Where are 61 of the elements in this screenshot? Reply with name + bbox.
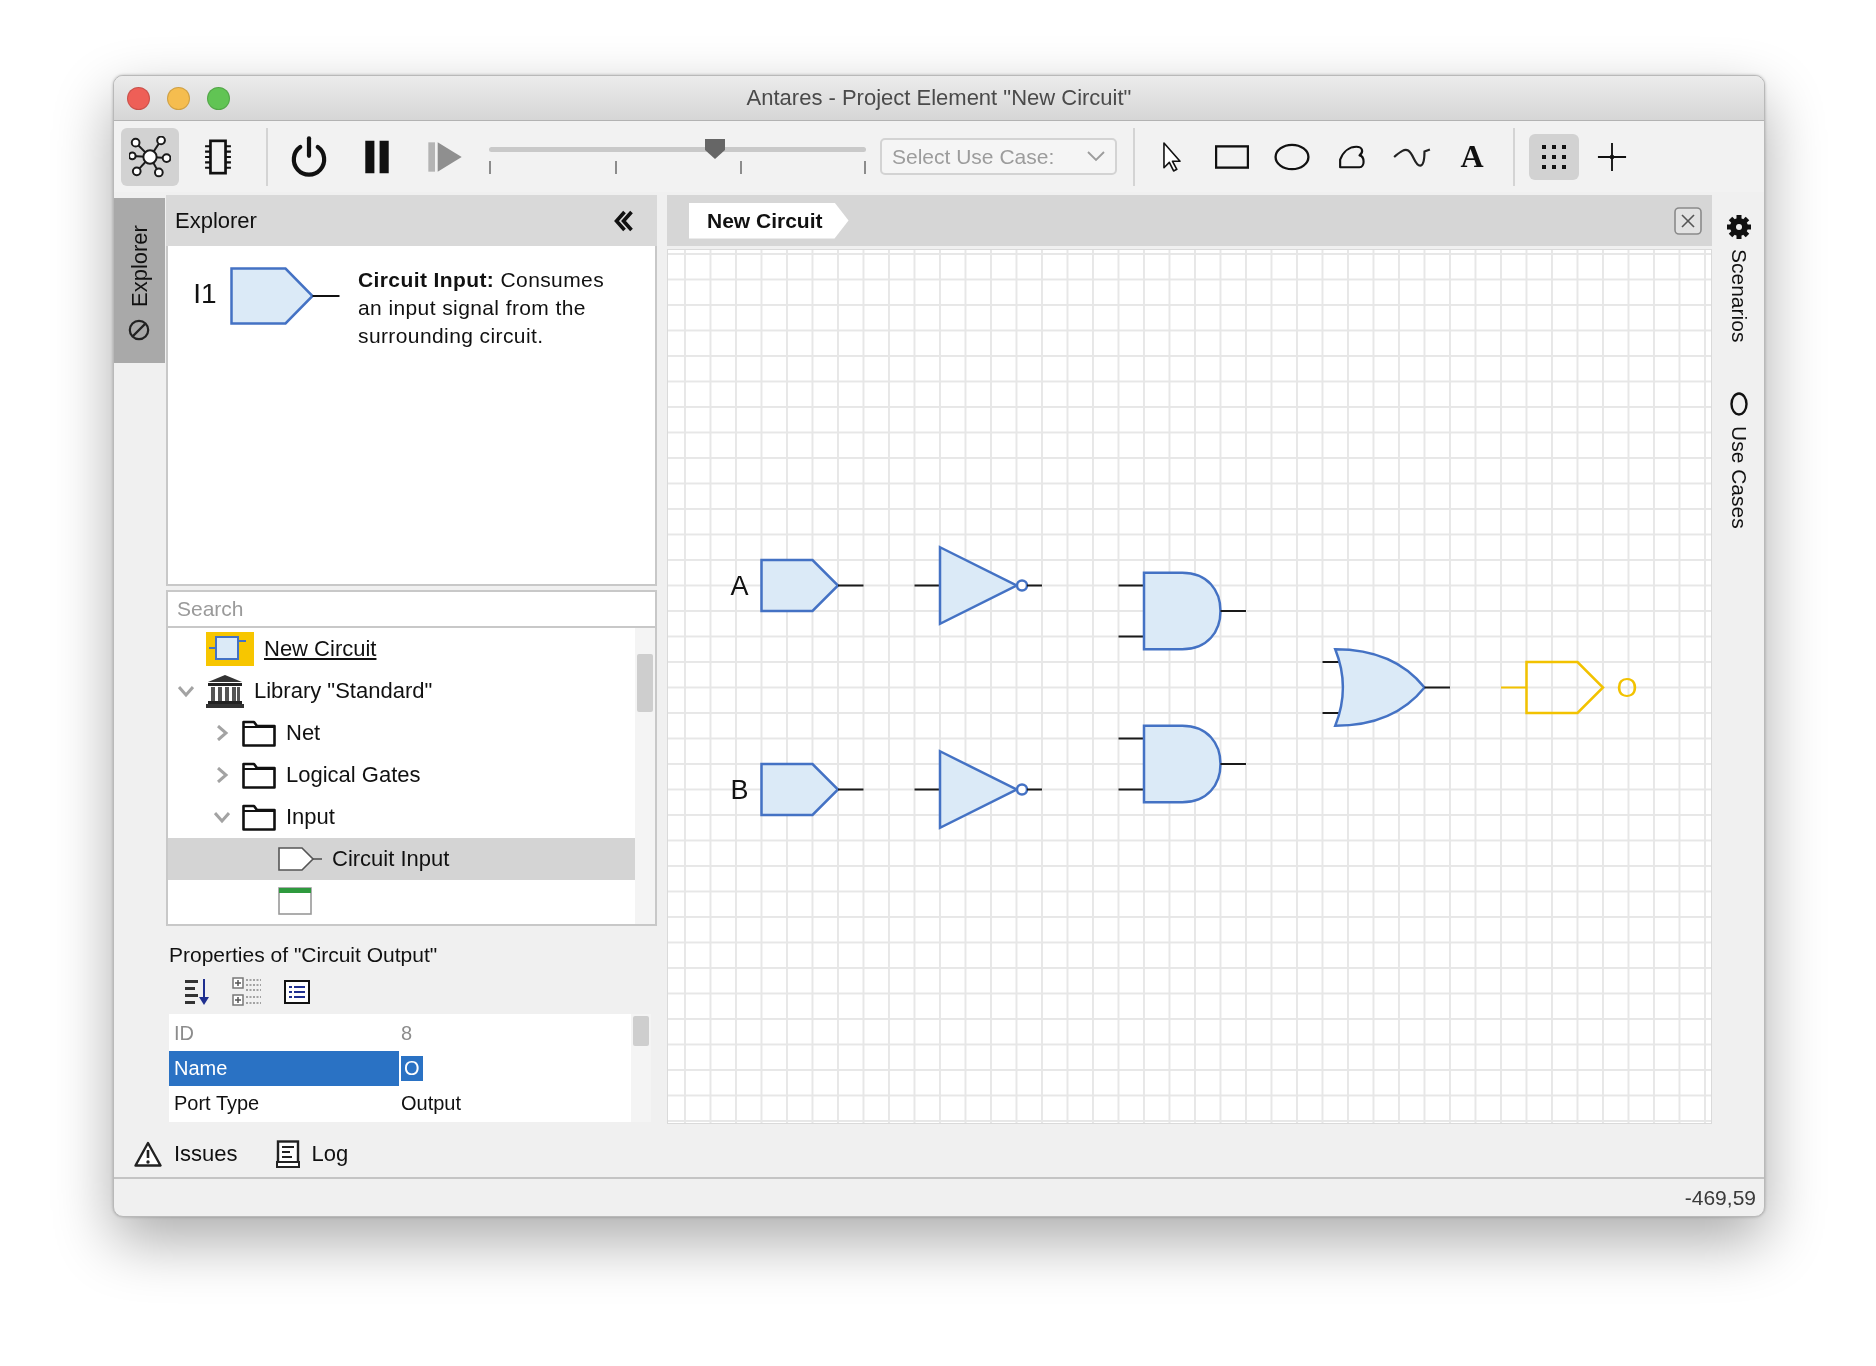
circuit-icon [206,632,254,666]
double-chevron-left-icon[interactable] [613,209,635,232]
network-button[interactable] [121,127,179,186]
tree-item[interactable]: Circuit Input [168,838,635,880]
crosshair-icon [1597,141,1627,172]
pause-icon [364,139,390,174]
close-button[interactable] [127,86,150,110]
side-tab[interactable]: Explorer [114,198,165,363]
property-name: Port Type [173,1091,261,1116]
search-field[interactable]: Search [166,590,657,628]
properties-title: Properties of "Circuit Output" [169,942,439,968]
ring-icon [1730,392,1748,417]
building-icon [206,674,244,708]
property-value[interactable]: Output [399,1086,462,1121]
tree-item[interactable]: Net [168,712,635,754]
slider-thumb[interactable] [704,137,727,160]
log-icon [275,1139,300,1168]
circle-slash-icon [128,319,151,341]
pointer-icon [1161,141,1183,172]
port-label: A [730,570,749,601]
chevron-down-icon [1087,151,1105,162]
panel-title: Explorer [175,207,257,234]
tree-item[interactable]: Library "Standard" [168,670,635,712]
freeform-shape-icon [1338,143,1366,170]
tree-item[interactable]: New Circuit [168,628,635,670]
folder-icon [242,761,276,789]
editor-tab[interactable]: New Circuit [689,202,849,239]
port-label: O [1616,672,1638,703]
folder-icon [242,803,276,831]
warning-icon [134,1140,162,1167]
element-id-label: I1 [192,278,218,310]
side-tab[interactable]: Use Cases [1727,390,1751,532]
element-description: Circuit Input: Consumes an input signal from the surrounding circuit. [358,267,606,349]
network-icon [129,135,171,178]
text-tool-button[interactable]: A [1443,127,1501,186]
element-icon [278,887,312,915]
input-port-icon [230,267,340,325]
sort-icon[interactable] [182,977,210,1007]
input-port-icon [278,847,322,871]
chip-icon [204,137,232,176]
window-title: Antares - Project Element "New Circuit" [746,85,1132,111]
list-icon[interactable] [284,980,310,1004]
property-name: Name [169,1051,399,1086]
side-tab[interactable]: Scenarios [1727,213,1751,345]
property-name: ID [173,1021,195,1046]
step-forward-icon [427,140,463,173]
gear-icon [1727,215,1751,239]
grid-icon [1542,144,1566,169]
bottom-panel-tab[interactable]: Issues [132,1136,240,1171]
scrollbar-thumb[interactable] [637,654,653,712]
tree-view-icon[interactable] [232,977,262,1007]
tree-item[interactable]: Input [168,796,635,838]
scrollbar-thumb[interactable] [633,1016,649,1046]
tree-item[interactable]: Logical Gates [168,754,635,796]
close-icon[interactable] [1674,206,1702,235]
cursor-coordinates: -469,59 [1684,1185,1756,1210]
folder-icon [242,719,276,747]
port-label: B [730,774,749,805]
bottom-panel-tab[interactable]: Log [273,1135,351,1172]
ellipse-icon [1274,142,1310,171]
grid-button[interactable] [1529,133,1579,180]
